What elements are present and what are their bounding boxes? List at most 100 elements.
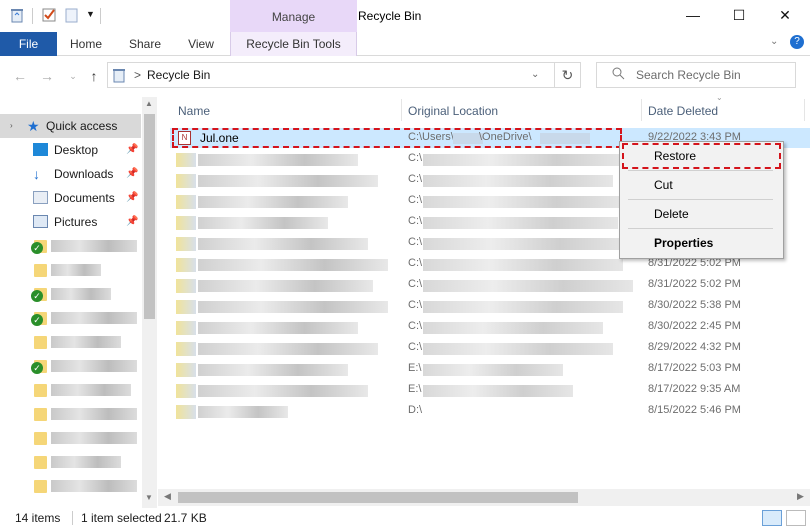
tab-share[interactable]: Share <box>123 32 167 56</box>
column-header-date-deleted[interactable]: Date Deleted <box>648 101 718 121</box>
column-divider[interactable] <box>401 99 402 121</box>
sort-indicator-icon: ⌄ <box>716 93 723 102</box>
close-button[interactable]: ✕ <box>762 0 808 30</box>
maximize-button[interactable]: ☐ <box>716 0 762 30</box>
menu-item-properties[interactable]: Properties <box>654 233 713 253</box>
nav-item-desktop[interactable]: Desktop 📌 <box>0 138 141 162</box>
forward-arrow-icon[interactable]: → <box>37 66 57 86</box>
annotation-highlight-box <box>172 128 622 148</box>
recent-locations-icon[interactable]: ⌄ <box>63 66 83 86</box>
nav-scroll-thumb[interactable] <box>144 114 155 319</box>
pin-icon: 📌 <box>126 192 139 203</box>
manage-context-tab[interactable]: Manage <box>230 0 357 32</box>
date-deleted: 8/15/2022 5:46 PM <box>648 404 741 416</box>
properties-icon[interactable] <box>41 7 57 23</box>
minimize-button[interactable]: — <box>670 0 716 30</box>
pictures-icon <box>33 215 48 228</box>
file-icon <box>176 363 196 377</box>
nav-item-documents[interactable]: Documents 📌 <box>0 186 141 210</box>
redacted-text <box>198 364 348 376</box>
chevron-down-icon[interactable]: › <box>10 114 13 138</box>
ribbon-expand-icon[interactable]: ⌄ <box>770 36 778 47</box>
original-location: C:\ <box>408 341 423 353</box>
file-row[interactable]: C:\ 8/30/2022 2:45 PM <box>170 317 810 338</box>
file-row[interactable]: C:\ 8/30/2022 5:38 PM <box>170 296 810 317</box>
date-deleted: 8/17/2022 5:03 PM <box>648 362 741 374</box>
scroll-down-arrow-icon[interactable]: ▼ <box>145 493 153 502</box>
nav-item-blurred[interactable] <box>51 480 137 492</box>
help-icon[interactable]: ? <box>790 35 804 49</box>
file-icon <box>176 153 196 167</box>
file-row[interactable]: C:\ 8/31/2022 5:02 PM <box>170 275 810 296</box>
original-location: E:\ <box>408 383 422 395</box>
redacted-text <box>198 238 368 250</box>
menu-separator <box>628 170 773 171</box>
column-divider[interactable] <box>804 99 805 121</box>
column-divider[interactable] <box>641 99 642 121</box>
scroll-right-arrow-icon[interactable]: ▶ <box>797 491 804 502</box>
scroll-up-arrow-icon[interactable]: ▲ <box>145 99 153 108</box>
original-location: C:\ <box>408 173 423 185</box>
file-row[interactable]: E:\ 8/17/2022 9:35 AM <box>170 380 810 401</box>
original-location: C:\ <box>408 194 423 206</box>
column-header-name[interactable]: Name <box>178 101 210 121</box>
redacted-text <box>423 364 563 376</box>
new-folder-icon[interactable] <box>64 7 80 23</box>
file-row[interactable]: E:\ 8/17/2022 5:03 PM <box>170 359 810 380</box>
breadcrumb-location[interactable]: Recycle Bin <box>147 68 210 82</box>
file-icon <box>176 300 196 314</box>
up-arrow-icon[interactable]: ↑ <box>84 66 104 86</box>
file-icon <box>176 174 196 188</box>
original-location: C:\ <box>408 320 423 332</box>
original-location: C:\ <box>408 152 423 164</box>
redacted-text <box>198 154 358 166</box>
breadcrumb-chevron[interactable]: > <box>134 68 141 82</box>
redacted-text <box>423 259 623 271</box>
file-icon <box>176 279 196 293</box>
nav-item-blurred[interactable] <box>51 240 137 252</box>
nav-item-blurred[interactable] <box>51 456 121 468</box>
nav-item-downloads[interactable]: ↓ Downloads 📌 <box>0 162 141 186</box>
qat-separator <box>32 8 33 24</box>
file-icon <box>176 258 196 272</box>
file-icon <box>176 321 196 335</box>
redacted-text <box>198 343 378 355</box>
nav-quick-access[interactable]: › ★ Quick access <box>0 114 141 138</box>
file-row[interactable]: C:\ 8/29/2022 4:32 PM <box>170 338 810 359</box>
nav-item-blurred[interactable] <box>51 432 137 444</box>
scroll-left-arrow-icon[interactable]: ◀ <box>164 491 171 502</box>
nav-item-pictures[interactable]: Pictures 📌 <box>0 210 141 234</box>
tab-file[interactable]: File <box>0 32 57 56</box>
status-size: 21.7 KB <box>164 511 207 525</box>
back-arrow-icon[interactable]: ← <box>10 66 30 86</box>
redacted-text <box>198 322 358 334</box>
search-icon <box>612 67 626 84</box>
address-dropdown-icon[interactable]: ⌄ <box>531 69 539 80</box>
tab-view[interactable]: View <box>180 32 222 56</box>
nav-label: Desktop <box>54 143 99 157</box>
tab-home[interactable]: Home <box>64 32 108 56</box>
nav-item-blurred[interactable] <box>51 360 137 372</box>
nav-item-blurred[interactable] <box>51 336 121 348</box>
annotation-highlight-box <box>622 143 781 169</box>
documents-icon <box>33 191 48 204</box>
nav-item-blurred[interactable] <box>51 264 101 276</box>
large-icons-view-icon[interactable] <box>786 510 806 526</box>
qat-dropdown-icon[interactable]: ▼ <box>86 9 95 19</box>
sync-check-icon: ✓ <box>31 362 43 374</box>
original-location: E:\ <box>408 362 422 374</box>
details-view-icon[interactable] <box>762 510 782 526</box>
refresh-button[interactable]: ↻ <box>555 62 581 88</box>
horizontal-scroll-thumb[interactable] <box>178 492 578 503</box>
folder-icon <box>34 264 47 277</box>
nav-item-blurred[interactable] <box>51 384 131 396</box>
nav-item-blurred[interactable] <box>51 312 137 324</box>
nav-item-blurred[interactable] <box>51 288 111 300</box>
column-header-original-location[interactable]: Original Location <box>408 101 498 121</box>
menu-item-cut[interactable]: Cut <box>654 175 673 195</box>
date-deleted: 8/31/2022 5:02 PM <box>648 278 741 290</box>
nav-item-blurred[interactable] <box>51 408 137 420</box>
menu-item-delete[interactable]: Delete <box>654 204 689 224</box>
tab-recycle-bin-tools[interactable]: Recycle Bin Tools <box>230 32 357 56</box>
file-row[interactable]: D:\ 8/15/2022 5:46 PM <box>170 401 810 422</box>
